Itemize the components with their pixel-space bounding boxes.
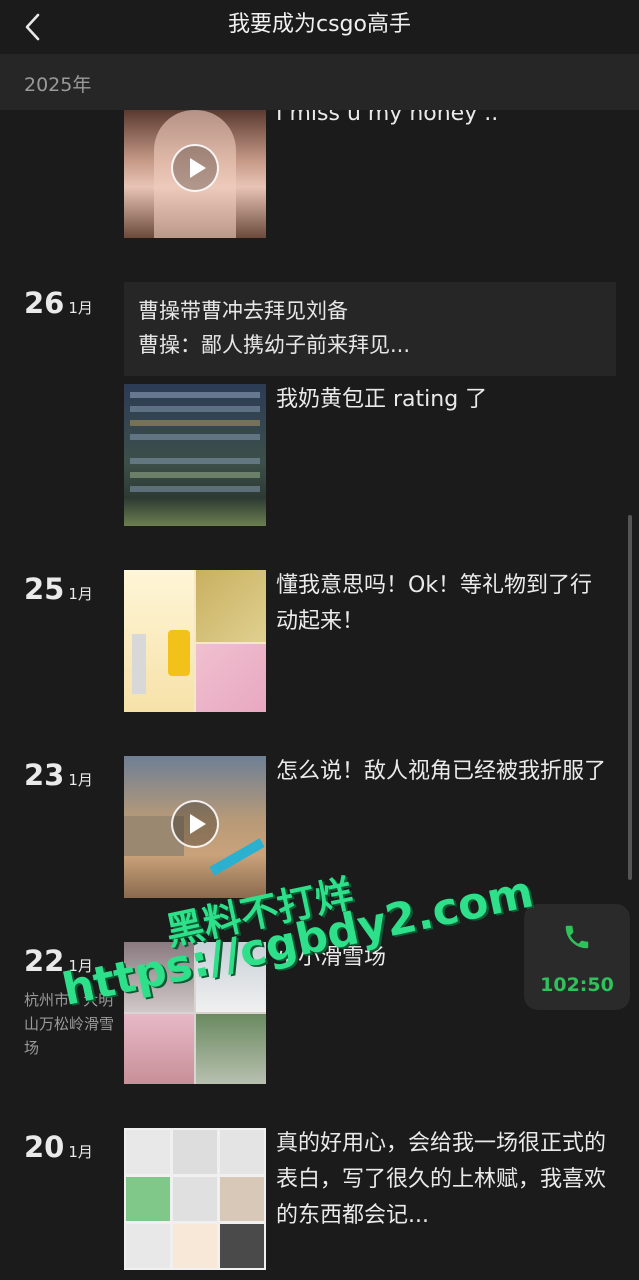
post-thumbnail[interactable] — [124, 384, 266, 526]
scrollbar[interactable] — [628, 515, 632, 880]
share-line-1: 曹操带曹冲去拜见刘备 — [138, 299, 348, 323]
post-text: 懂我意思吗！Ok！等礼物到了行动起来！ — [276, 573, 593, 634]
year-label: 2025年 — [24, 74, 92, 96]
page-title: 我要成为csgo高手 — [228, 12, 411, 37]
post-date: 25 1月 — [24, 572, 93, 606]
post-text: 怎么说！敌人视角已经被我折服了 — [276, 759, 607, 784]
post-location: 杭州市 · 大明山万松岭滑雪场 — [24, 991, 115, 1057]
call-duration: 102:50 — [540, 974, 614, 996]
post-thumbnail[interactable] — [124, 570, 266, 712]
call-widget[interactable]: 102:50 — [524, 904, 630, 1010]
post-text: 真的好用心，会给我一场很正式的表白，写了很久的上林赋，我喜欢的东西都会记... — [276, 1131, 607, 1228]
post-date: 26 1月 — [24, 286, 93, 320]
phone-icon — [565, 925, 589, 949]
video-play-icon[interactable] — [171, 800, 219, 848]
post-date: 20 1月 — [24, 1130, 93, 1164]
year-header: 2025年 — [0, 54, 639, 110]
post-text: 我奶黄包正 rating 了 — [276, 387, 488, 412]
top-bar: 我要成为csgo高手 — [0, 0, 639, 54]
post-date: 23 1月 — [24, 758, 93, 792]
video-play-icon[interactable] — [171, 144, 219, 192]
post-thumbnail[interactable] — [124, 942, 266, 1084]
shared-link-card[interactable]: 曹操带曹冲去拜见刘备 曹操：鄙人携幼子前来拜见... — [124, 282, 616, 376]
post-date: 22 1月 — [24, 944, 93, 978]
post-thumbnail-partial[interactable] — [124, 110, 266, 238]
post-thumbnail[interactable] — [124, 756, 266, 898]
post-thumbnail[interactable] — [124, 1128, 266, 1270]
share-line-2: 曹操：鄙人携幼子前来拜见... — [138, 333, 411, 357]
